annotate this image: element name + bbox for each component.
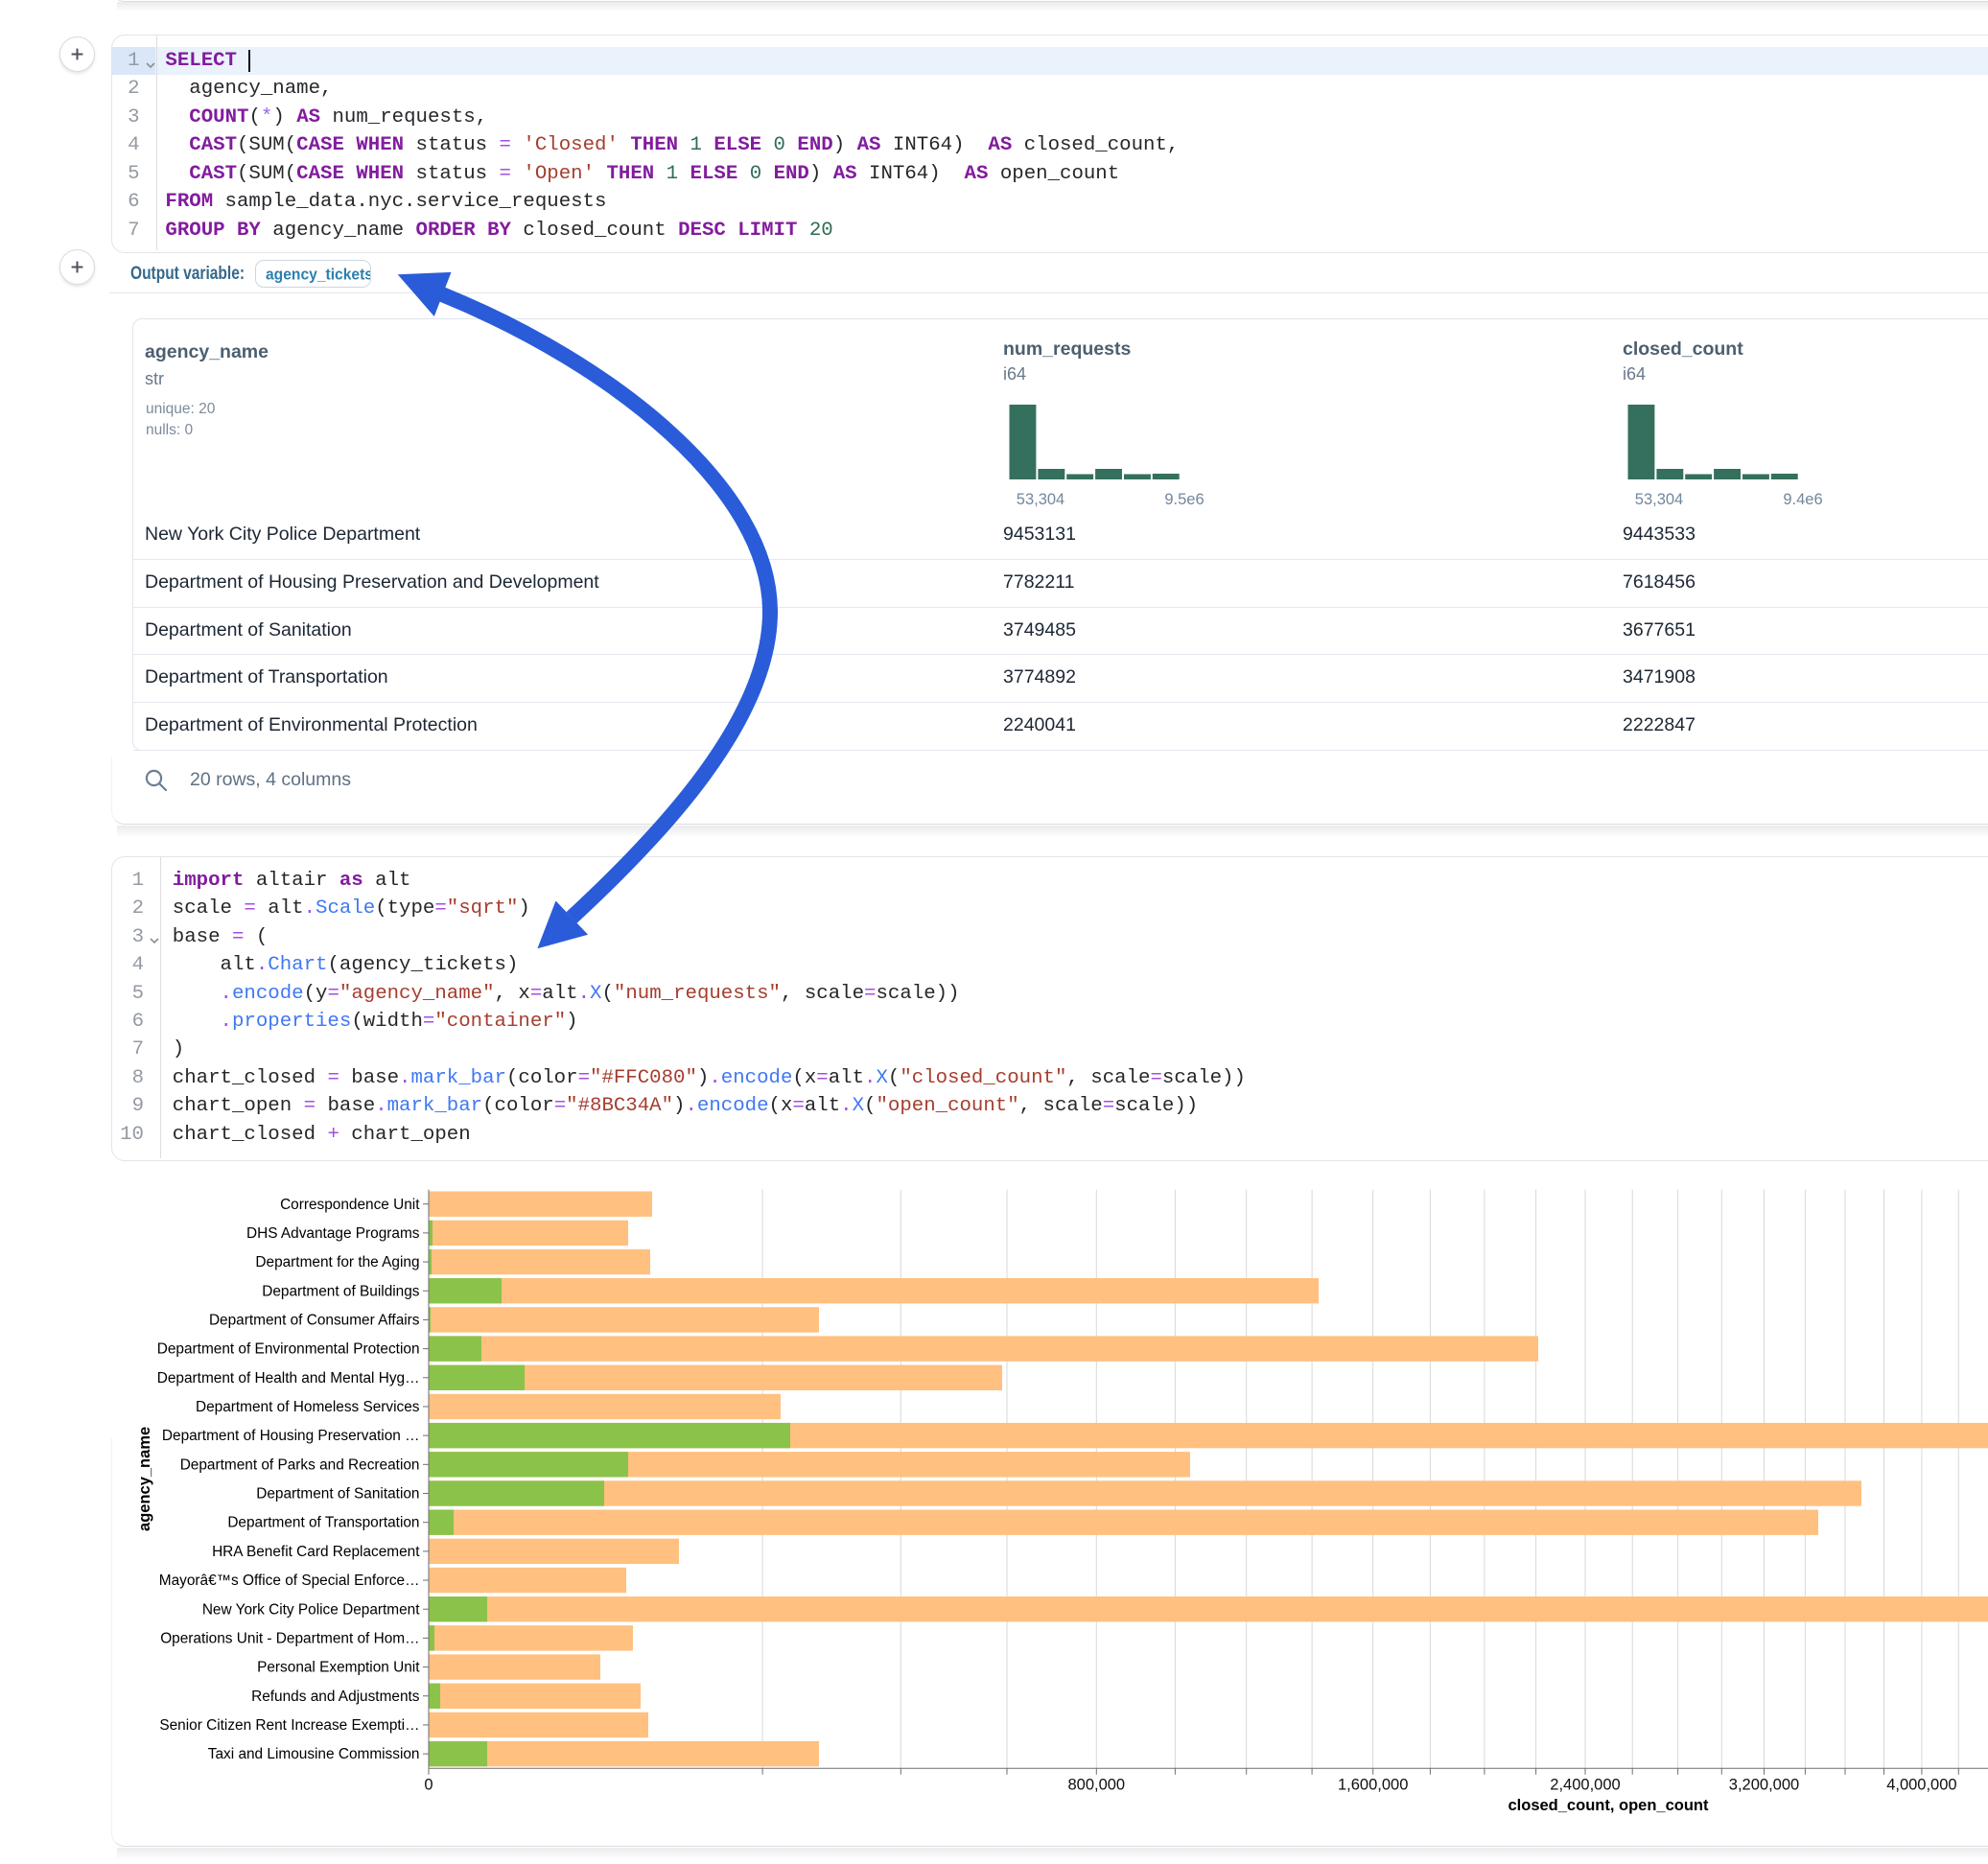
svg-text:Correspondence Unit: Correspondence Unit (280, 1197, 420, 1213)
svg-text:Department of Consumer Affairs: Department of Consumer Affairs (209, 1312, 420, 1328)
svg-text:Department of Buildings: Department of Buildings (262, 1283, 420, 1299)
svg-text:Department of Homeless Service: Department of Homeless Services (196, 1399, 420, 1415)
svg-text:Department for the Aging: Department for the Aging (255, 1254, 419, 1270)
svg-text:Department of Health and Menta: Department of Health and Mental Hyg… (157, 1370, 420, 1386)
svg-text:Department of Environmental Pr: Department of Environmental Protection (157, 1341, 420, 1358)
svg-text:DHS Advantage Programs: DHS Advantage Programs (246, 1225, 420, 1242)
svg-text:Output variable:: Output variable: (130, 264, 245, 284)
